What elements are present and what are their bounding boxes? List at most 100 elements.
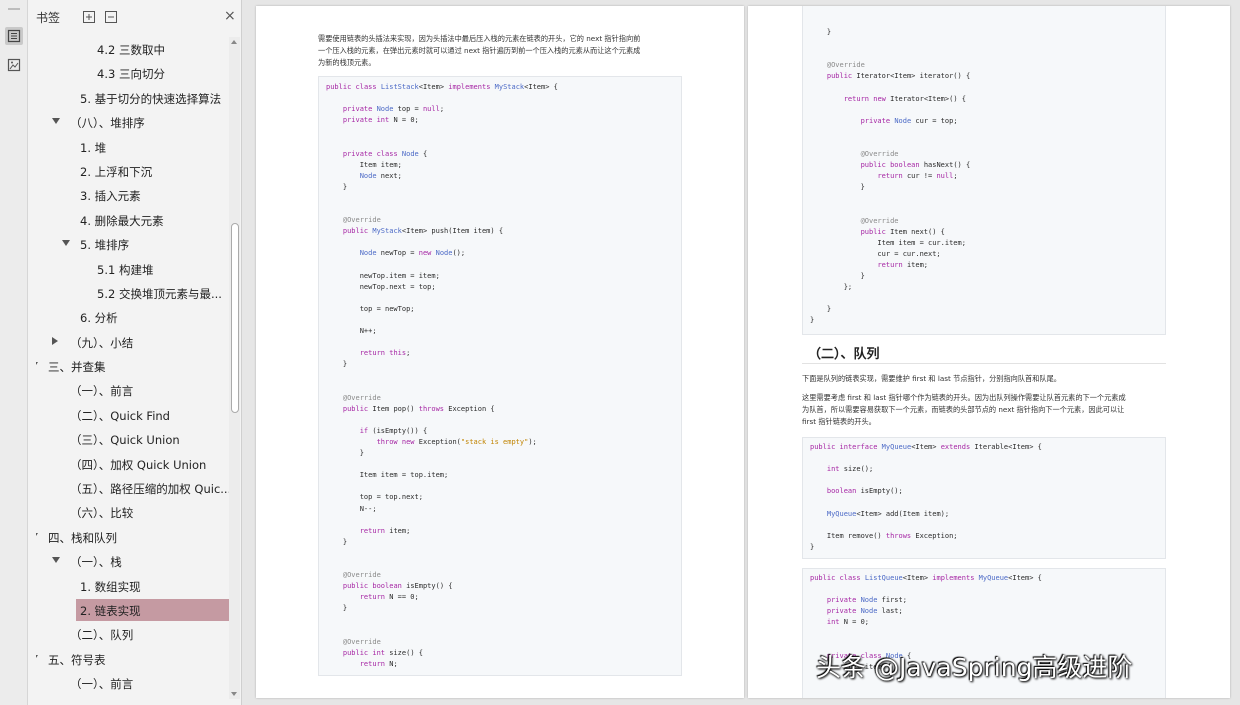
bookmark-item[interactable]: （六）、比较 (36, 500, 229, 524)
code-line: N--; (326, 504, 377, 513)
paragraph-line: 这里需要考虑 first 和 last 指针哪个作为链表的开头。因为出队列操作需… (802, 393, 1126, 402)
bookmark-item[interactable]: 1. 数组实现 (36, 574, 229, 598)
bookmark-item[interactable]: （五）、路径压缩的加权 Quic... (36, 476, 229, 500)
code-line: newTop.next = top; (326, 282, 436, 291)
code-line: Node newTop = new Node(); (359, 249, 466, 258)
collapse-all-icon[interactable] (104, 9, 118, 23)
bookmark-item[interactable]: 5. 堆排序 (36, 232, 229, 256)
bookmark-item[interactable]: 2. 上浮和下沉 (36, 159, 229, 183)
bookmark-label: （三）、Quick Union (70, 433, 180, 448)
bookmark-label: 四、栈和队列 (48, 530, 117, 545)
thumbnail-panel-icon[interactable] (5, 56, 23, 74)
expand-caret-icon[interactable] (36, 532, 38, 539)
expand-caret-icon[interactable] (36, 362, 38, 369)
code-line: } (810, 305, 832, 314)
iterator-code: } @Override public Iterator<Item> iterat… (810, 27, 970, 327)
bookmark-label: （一）、栈 (70, 555, 122, 570)
pdf-page-right: } @Override public Iterator<Item> iterat… (748, 6, 1230, 698)
bookmark-item[interactable]: （二）、队列 (36, 622, 229, 646)
code-line: private Node last; (826, 607, 903, 616)
bookmark-item[interactable]: 5.1 构建堆 (36, 257, 229, 281)
code-line: boolean isEmpty(); (826, 487, 903, 496)
code-line: @Override (342, 216, 381, 225)
bookmark-item[interactable]: （四）、加权 Quick Union (36, 452, 229, 476)
bookmark-label: 5. 基于切分的快速选择算法 (80, 91, 222, 106)
queue-paragraph-2: 这里需要考虑 first 和 last 指针哪个作为链表的开头。因为出队列操作需… (802, 392, 1172, 428)
bookmark-item[interactable]: 4. 删除最大元素 (36, 208, 229, 232)
bookmark-label: 五、符号表 (48, 652, 106, 667)
stack-code-block: public class ListStack<Item> implements … (318, 76, 682, 676)
bookmark-panel-title: 书签 (36, 11, 61, 25)
expand-all-icon[interactable] (82, 9, 96, 23)
collapsed-caret-icon[interactable] (52, 336, 58, 345)
code-line: Node next; (359, 171, 402, 180)
scroll-down-arrow-icon[interactable] (231, 692, 237, 696)
close-panel-icon[interactable]: × (224, 9, 236, 23)
bookmark-label: （八）、堆排序 (70, 116, 145, 131)
code-line: private Node top = null; (342, 105, 445, 114)
expand-caret-icon[interactable] (62, 240, 70, 247)
bookmark-scroll-thumb[interactable] (231, 223, 239, 413)
bookmark-item[interactable]: （三）、Quick Union (36, 427, 229, 451)
bookmark-label: （二）、队列 (70, 628, 134, 643)
bookmark-item[interactable]: （八）、堆排序 (36, 110, 229, 134)
bookmark-item[interactable]: 3. 插入元素 (36, 183, 229, 207)
bookmark-item[interactable]: 五、符号表 (36, 647, 229, 671)
document-view[interactable]: 需要使用链表的头插法来实现，因为头插法中最后压入栈的元素在链表的开头，它的 ne… (242, 0, 1240, 705)
code-line: public class ListQueue<Item> implements … (810, 574, 1042, 582)
queue-interface-code: public interface MyQueue<Item> extends I… (810, 442, 1042, 553)
bookmark-label: （一）、前言 (70, 384, 134, 399)
code-line: return item; (877, 260, 929, 269)
bookmark-item[interactable]: 三、并查集 (36, 354, 229, 378)
bookmark-item[interactable]: （一）、前言 (36, 671, 229, 695)
pdf-page-left: 需要使用链表的头插法来实现，因为头插法中最后压入栈的元素在链表的开头，它的 ne… (256, 6, 744, 698)
paragraph-line: 需要使用链表的头插法来实现，因为头插法中最后压入栈的元素在链表的开头，它的 ne… (318, 34, 641, 43)
code-line: return item; (359, 526, 411, 535)
code-line: } (326, 182, 348, 191)
bookmark-item[interactable]: 5. 基于切分的快速选择算法 (36, 86, 229, 110)
bookmark-item[interactable]: （一）、前言 (36, 378, 229, 402)
expand-caret-icon[interactable] (36, 654, 38, 661)
bookmark-item[interactable]: 2. 链表实现 (36, 598, 229, 622)
bookmark-item[interactable]: （二）、Quick Find (36, 403, 229, 427)
code-line: } (810, 28, 832, 36)
bookmark-item[interactable]: （九）、小结 (36, 330, 229, 354)
bookmark-item[interactable]: 6. 分析 (36, 305, 229, 329)
code-line: Item item = cur.item; (810, 238, 966, 247)
expand-caret-icon[interactable] (52, 557, 60, 564)
bookmark-scrollbar[interactable] (229, 37, 240, 699)
bookmark-label: 5.1 构建堆 (97, 262, 154, 277)
code-line: } (810, 316, 815, 325)
bookmark-item[interactable]: 4.3 三向切分 (36, 61, 229, 85)
bookmark-item[interactable]: 1. 堆 (36, 135, 229, 159)
code-line: return this; (359, 349, 411, 358)
bookmark-item[interactable]: 5.2 交换堆顶元素与最... (36, 281, 229, 305)
scroll-up-arrow-icon[interactable] (231, 40, 237, 44)
code-line: @Override (342, 571, 381, 580)
paragraph-line: first 指针链表的开头。 (802, 417, 876, 426)
expand-caret-icon[interactable] (52, 118, 60, 125)
bookmark-panel-icon[interactable] (5, 27, 23, 45)
bookmark-item[interactable]: 四、栈和队列 (36, 525, 229, 549)
code-line: public Iterator<Item> iterator() { (826, 72, 971, 81)
code-line: private int N = 0; (342, 116, 419, 125)
bookmark-item[interactable]: （一）、栈 (36, 549, 229, 573)
toolstrip-grip (8, 8, 20, 10)
heading-divider (802, 363, 1166, 364)
code-line: public boolean hasNext() { (860, 161, 971, 170)
code-line: top = newTop; (326, 304, 415, 313)
bookmark-item[interactable]: 4.2 三数取中 (36, 37, 229, 61)
